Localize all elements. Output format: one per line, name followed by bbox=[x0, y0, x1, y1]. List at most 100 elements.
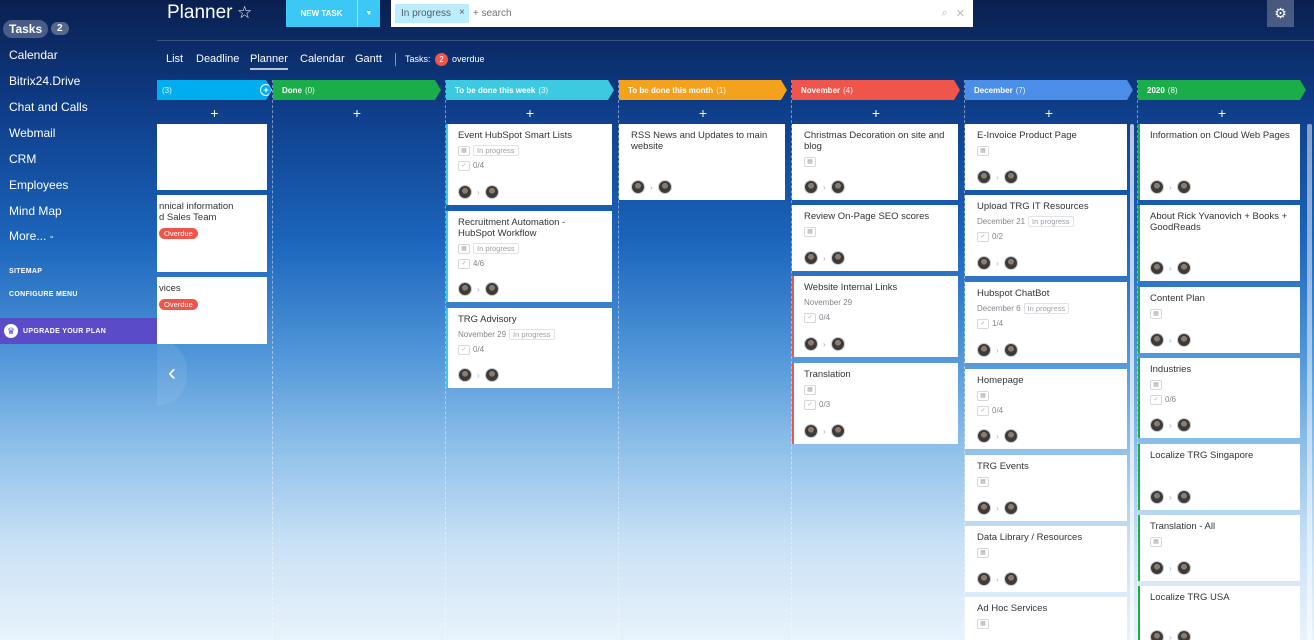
sidebar-item-webmail[interactable]: Webmail bbox=[9, 126, 55, 140]
chevron-down-icon[interactable]: ▼ bbox=[358, 0, 380, 27]
task-card[interactable]: Content Plan ▦ › bbox=[1138, 287, 1300, 353]
task-card[interactable]: Data Library / Resources ▦ › bbox=[965, 526, 1127, 592]
avatar[interactable] bbox=[1176, 261, 1191, 275]
avatar[interactable] bbox=[977, 501, 991, 515]
avatar[interactable] bbox=[631, 180, 645, 194]
add-task-button[interactable]: + bbox=[1138, 100, 1306, 121]
avatar[interactable] bbox=[484, 185, 499, 199]
sidebar-item-crm[interactable]: CRM bbox=[9, 152, 36, 166]
avatar[interactable] bbox=[1150, 261, 1164, 275]
gear-icon[interactable]: ⚙ bbox=[1267, 0, 1294, 27]
task-card[interactable]: TRG Advisory November 29 In progress ✓ 0/4… bbox=[446, 308, 612, 388]
search-input[interactable] bbox=[472, 8, 942, 19]
chevron-left-icon[interactable]: ‹ bbox=[157, 340, 187, 406]
add-stage-icon[interactable]: + bbox=[260, 84, 272, 96]
avatar[interactable] bbox=[484, 282, 499, 296]
task-card[interactable]: vices Overdue bbox=[157, 277, 267, 344]
task-card[interactable]: About Rick Yvanovich + Books + GoodReads… bbox=[1138, 205, 1300, 281]
task-card[interactable]: Translation - All ▦ › bbox=[1138, 515, 1300, 581]
avatar[interactable] bbox=[1150, 333, 1164, 347]
overdue-filter-link[interactable]: overdue bbox=[452, 54, 485, 64]
avatar[interactable] bbox=[977, 256, 991, 270]
avatar[interactable] bbox=[804, 337, 818, 351]
avatar[interactable] bbox=[1176, 418, 1191, 432]
avatar[interactable] bbox=[1150, 418, 1164, 432]
avatar[interactable] bbox=[1003, 501, 1018, 515]
configure-menu-link[interactable]: CONFIGURE MENU bbox=[9, 291, 78, 298]
tab-calendar[interactable]: Calendar bbox=[300, 53, 345, 65]
stage-header[interactable]: (3) + bbox=[157, 80, 272, 100]
add-task-button[interactable]: + bbox=[792, 100, 960, 121]
avatar[interactable] bbox=[977, 572, 991, 586]
avatar[interactable] bbox=[1176, 180, 1191, 194]
task-card[interactable]: Information on Cloud Web Pages › bbox=[1138, 124, 1300, 200]
avatar[interactable] bbox=[1003, 343, 1018, 357]
avatar[interactable] bbox=[830, 337, 845, 351]
add-task-button[interactable]: + bbox=[446, 100, 614, 121]
tab-gantt[interactable]: Gantt bbox=[355, 53, 382, 65]
avatar[interactable] bbox=[1003, 170, 1018, 184]
avatar[interactable] bbox=[830, 180, 845, 194]
avatar[interactable] bbox=[484, 368, 499, 382]
sidebar-item-drive[interactable]: Bitrix24.Drive bbox=[9, 74, 80, 88]
task-card[interactable]: Localize TRG USA › bbox=[1138, 586, 1300, 640]
avatar[interactable] bbox=[804, 180, 818, 194]
task-card[interactable] bbox=[157, 124, 267, 190]
avatar[interactable] bbox=[458, 282, 472, 296]
avatar[interactable] bbox=[458, 185, 472, 199]
avatar[interactable] bbox=[1150, 490, 1164, 504]
sidebar-item-tasks[interactable]: Tasks bbox=[3, 20, 49, 38]
avatar[interactable] bbox=[1176, 490, 1191, 504]
avatar[interactable] bbox=[1003, 429, 1018, 443]
avatar[interactable] bbox=[1176, 561, 1191, 575]
stage-header[interactable]: 2020 (8) bbox=[1138, 80, 1306, 100]
task-card[interactable]: RSS News and Updates to main website › bbox=[619, 124, 785, 200]
board-scrollbar[interactable] bbox=[1307, 124, 1312, 640]
avatar[interactable] bbox=[830, 424, 845, 438]
avatar[interactable] bbox=[1150, 180, 1164, 194]
task-card[interactable]: Recruitment Automation - HubSpot Workflo… bbox=[446, 211, 612, 302]
avatar[interactable] bbox=[1150, 630, 1164, 640]
stage-header[interactable]: To be done this week (3) bbox=[446, 80, 614, 100]
search-icon[interactable]: ⌕ bbox=[942, 7, 948, 20]
task-card[interactable]: Industries ▦ ✓ 0/6 › bbox=[1138, 358, 1300, 438]
add-task-button[interactable]: + bbox=[965, 100, 1133, 121]
tab-list[interactable]: List bbox=[166, 53, 183, 65]
close-icon[interactable]: × bbox=[457, 4, 469, 23]
tab-planner[interactable]: Planner bbox=[250, 53, 288, 70]
avatar[interactable] bbox=[977, 343, 991, 357]
star-icon[interactable]: ☆ bbox=[237, 3, 252, 23]
stage-header[interactable]: December (7) bbox=[965, 80, 1133, 100]
avatar[interactable] bbox=[657, 180, 672, 194]
avatar[interactable] bbox=[830, 251, 845, 265]
task-card[interactable]: Review On-Page SEO scores ▦ › bbox=[792, 205, 958, 271]
add-task-button[interactable]: + bbox=[273, 100, 441, 121]
avatar[interactable] bbox=[458, 368, 472, 382]
task-card[interactable]: nnical information d Sales Team Overdue bbox=[157, 195, 267, 272]
avatar[interactable] bbox=[1150, 561, 1164, 575]
task-card[interactable]: Homepage ▦ ✓ 0/4 › bbox=[965, 369, 1127, 449]
avatar[interactable] bbox=[1176, 630, 1191, 640]
add-task-button[interactable]: + bbox=[619, 100, 787, 121]
avatar[interactable] bbox=[804, 424, 818, 438]
task-card[interactable]: E-Invoice Product Page ▦ › bbox=[965, 124, 1127, 190]
clear-icon[interactable]: ✕ bbox=[956, 7, 965, 20]
add-task-button[interactable]: + bbox=[157, 100, 272, 121]
stage-header[interactable]: November (4) bbox=[792, 80, 960, 100]
avatar[interactable] bbox=[1176, 333, 1191, 347]
avatar[interactable] bbox=[1003, 256, 1018, 270]
avatar[interactable] bbox=[1003, 572, 1018, 586]
task-card[interactable]: TRG Events ▦ › bbox=[965, 455, 1127, 521]
sidebar-item-mind-map[interactable]: Mind Map bbox=[9, 204, 62, 218]
task-card[interactable]: Ad Hoc Services ▦ bbox=[965, 597, 1127, 640]
filter-chip[interactable]: In progress bbox=[395, 4, 458, 23]
task-card[interactable]: Upload TRG IT Resources December 21 In pr… bbox=[965, 195, 1127, 276]
task-card[interactable]: Hubspot ChatBot December 6 In progress ✓ 1… bbox=[965, 282, 1127, 363]
task-card[interactable]: Localize TRG Singapore › bbox=[1138, 444, 1300, 510]
task-card[interactable]: Christmas Decoration on site and blog ▦ … bbox=[792, 124, 958, 200]
new-task-button[interactable]: NEW TASK bbox=[286, 0, 358, 27]
column-scrollbar[interactable] bbox=[1130, 124, 1134, 640]
avatar[interactable] bbox=[804, 251, 818, 265]
sidebar-item-calendar[interactable]: Calendar bbox=[9, 48, 58, 62]
sitemap-link[interactable]: SITEMAP bbox=[9, 268, 42, 275]
